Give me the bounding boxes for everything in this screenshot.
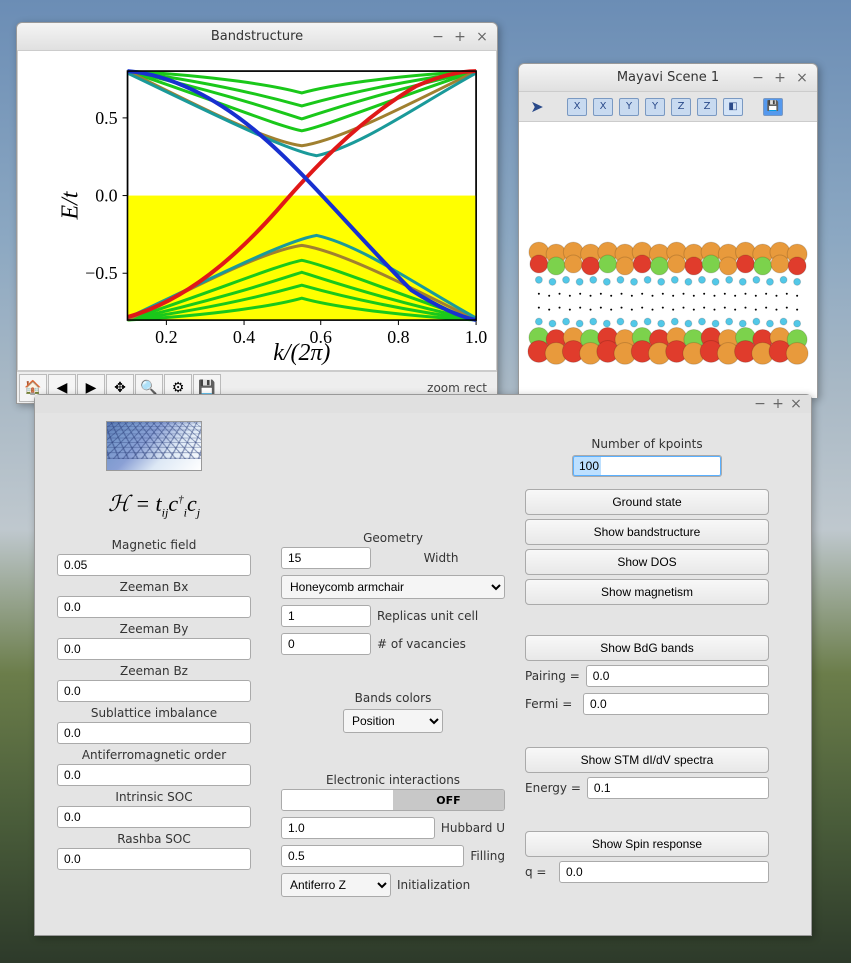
svg-text:E/t: E/t (58, 190, 84, 220)
zeeman-by-label: Zeeman By (57, 622, 251, 636)
close-icon[interactable]: × (473, 28, 491, 46)
filling-input[interactable] (281, 845, 464, 867)
lattice-thumbnail (106, 421, 202, 471)
filling-label: Filling (470, 849, 505, 863)
svg-text:0.0: 0.0 (95, 186, 117, 206)
replicas-input[interactable] (281, 605, 371, 627)
bandstructure-titlebar[interactable]: Bandstructure − + × (17, 23, 497, 51)
view-x-minus-icon[interactable]: X (593, 98, 613, 116)
zeeman-bx-input[interactable] (57, 596, 251, 618)
maximize-icon[interactable]: + (769, 395, 787, 413)
initialization-select[interactable]: Antiferro Z (281, 873, 391, 897)
isometric-icon[interactable]: ◧ (723, 98, 743, 116)
pointer-icon[interactable]: ➤ (527, 98, 547, 116)
toggle-off[interactable]: OFF (393, 790, 504, 810)
pairing-input[interactable] (586, 665, 769, 687)
magnetic-field-input[interactable] (57, 554, 251, 576)
close-icon[interactable]: × (793, 69, 811, 87)
fermi-label: Fermi = (525, 697, 577, 711)
ground-state-button[interactable]: Ground state (525, 489, 769, 515)
bandstructure-window: Bandstructure − + × E/t k/(2π) 0.5 (16, 22, 498, 404)
bands-colors-label: Bands colors (281, 691, 505, 705)
rashba-soc-input[interactable] (57, 848, 251, 870)
zeeman-bz-label: Zeeman Bz (57, 664, 251, 678)
rashba-soc-label: Rashba SOC (57, 832, 251, 846)
zeeman-bx-label: Zeeman Bx (57, 580, 251, 594)
width-label: Width (377, 551, 505, 565)
intrinsic-soc-input[interactable] (57, 806, 251, 828)
middle-column: Geometry Width Honeycomb armchair Replic… (273, 417, 513, 903)
view-z-minus-icon[interactable]: Z (697, 98, 717, 116)
minimize-icon[interactable]: − (429, 28, 447, 46)
sublattice-label: Sublattice imbalance (57, 706, 251, 720)
svg-text:0.2: 0.2 (155, 327, 177, 347)
kpoints-input[interactable] (572, 455, 722, 477)
show-spin-button[interactable]: Show Spin response (525, 831, 769, 857)
svg-text:0.6: 0.6 (310, 327, 332, 347)
view-z-plus-icon[interactable]: Z (671, 98, 691, 116)
svg-text:−0.5: −0.5 (85, 263, 118, 283)
zeeman-bz-input[interactable] (57, 680, 251, 702)
show-magnetism-button[interactable]: Show magnetism (525, 579, 769, 605)
hubbard-input[interactable] (281, 817, 435, 839)
view-y-plus-icon[interactable]: Y (619, 98, 639, 116)
interactions-label: Electronic interactions (281, 773, 505, 787)
replicas-label: Replicas unit cell (377, 609, 478, 623)
sublattice-input[interactable] (57, 722, 251, 744)
left-column: ℋ = tijc†icj Magnetic field Zeeman Bx Ze… (39, 417, 269, 903)
view-y-minus-icon[interactable]: Y (645, 98, 665, 116)
interactions-toggle[interactable]: OFF (281, 789, 505, 811)
q-label: q = (525, 865, 553, 879)
svg-text:1.0: 1.0 (465, 327, 487, 347)
show-bdg-button[interactable]: Show BdG bands (525, 635, 769, 661)
bands-colors-select[interactable]: Position (343, 709, 443, 733)
geometry-label: Geometry (281, 531, 505, 545)
zeeman-by-input[interactable] (57, 638, 251, 660)
show-bandstructure-button[interactable]: Show bandstructure (525, 519, 769, 545)
kpoints-label: Number of kpoints (525, 437, 769, 451)
intrinsic-soc-label: Intrinsic SOC (57, 790, 251, 804)
vacancies-input[interactable] (281, 633, 371, 655)
right-column: Number of kpoints Ground state Show band… (517, 417, 777, 903)
mayavi-title: Mayavi Scene 1 (617, 70, 719, 85)
vacancies-label: # of vacancies (377, 637, 466, 651)
show-stm-button[interactable]: Show STM dI/dV spectra (525, 747, 769, 773)
control-panel-window: − + × ℋ = tijc†icj Magnetic field Zeeman… (34, 394, 812, 936)
pairing-label: Pairing = (525, 669, 580, 683)
hamiltonian-formula: ℋ = tijc†icj (57, 491, 251, 520)
bandstructure-title: Bandstructure (211, 29, 303, 44)
form-titlebar[interactable]: − + × (35, 395, 811, 413)
bandstructure-plot[interactable]: E/t k/(2π) 0.5 0.0 −0.5 0.2 0.4 (17, 51, 497, 371)
afm-label: Antiferromagnetic order (57, 748, 251, 762)
close-icon[interactable]: × (787, 395, 805, 413)
width-input[interactable] (281, 547, 371, 569)
toolbar-status: zoom rect (427, 381, 487, 395)
q-input[interactable] (559, 861, 769, 883)
minimize-icon[interactable]: − (751, 395, 769, 413)
minimize-icon[interactable]: − (749, 69, 767, 87)
hubbard-label: Hubbard U (441, 821, 505, 835)
maximize-icon[interactable]: + (451, 28, 469, 46)
toggle-on[interactable] (282, 790, 393, 810)
energy-input[interactable] (587, 777, 769, 799)
magnetic-field-label: Magnetic field (57, 538, 251, 552)
svg-text:0.8: 0.8 (387, 327, 409, 347)
svg-text:0.5: 0.5 (95, 108, 117, 128)
initialization-label: Initialization (397, 878, 470, 892)
energy-label: Energy = (525, 781, 581, 795)
svg-text:0.4: 0.4 (233, 327, 255, 347)
mayavi-toolbar: ➤ X X Y Y Z Z ◧ 💾 (519, 92, 817, 122)
show-dos-button[interactable]: Show DOS (525, 549, 769, 575)
fermi-input[interactable] (583, 693, 769, 715)
lattice-select[interactable]: Honeycomb armchair (281, 575, 505, 599)
mayavi-scene[interactable] (519, 122, 817, 398)
mayavi-titlebar[interactable]: Mayavi Scene 1 − + × (519, 64, 817, 92)
maximize-icon[interactable]: + (771, 69, 789, 87)
view-x-plus-icon[interactable]: X (567, 98, 587, 116)
afm-input[interactable] (57, 764, 251, 786)
save-scene-icon[interactable]: 💾 (763, 98, 783, 116)
mayavi-window: Mayavi Scene 1 − + × ➤ X X Y Y Z Z ◧ 💾 (518, 63, 818, 398)
